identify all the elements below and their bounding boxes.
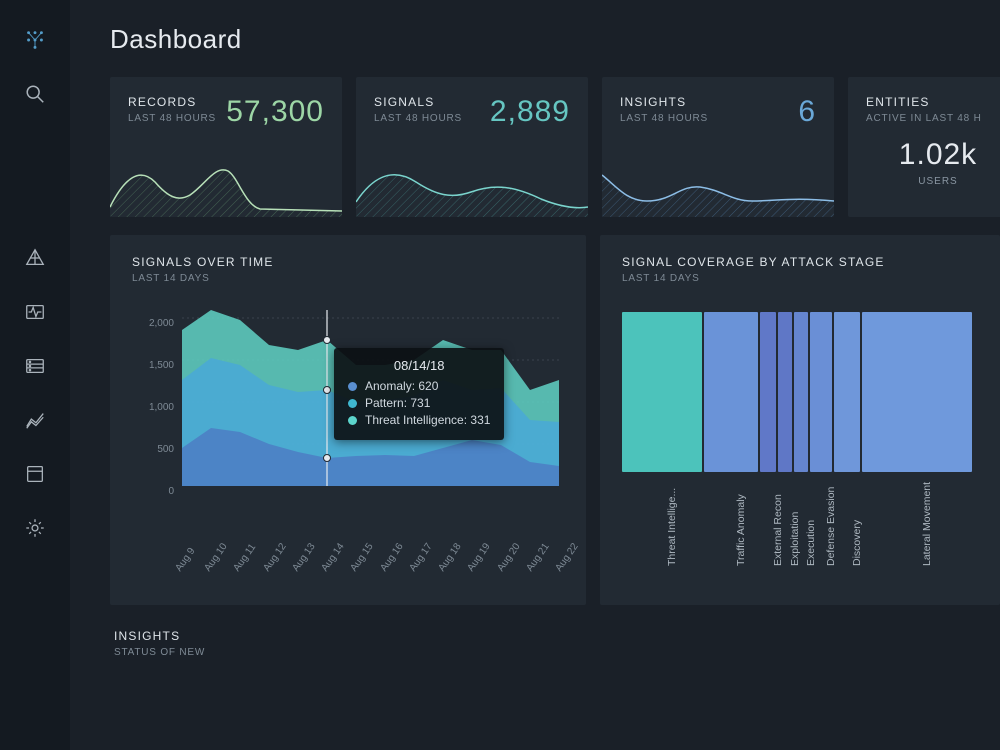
card-sublabel: ACTIVE IN LAST 48 H bbox=[866, 113, 1000, 124]
coverage-bar bbox=[704, 312, 758, 472]
coverage-bar-label: Traffic Anomaly bbox=[735, 494, 747, 566]
records-card[interactable]: RECORDS LAST 48 HOURS 57,300 bbox=[110, 77, 342, 217]
coverage-bars bbox=[622, 312, 982, 472]
activity-icon[interactable] bbox=[23, 300, 47, 324]
x-tick: Aug 20 bbox=[495, 541, 522, 573]
insights-sparkline bbox=[602, 157, 834, 217]
tooltip-date: 08/14/18 bbox=[348, 358, 490, 373]
main-content: Dashboard RECORDS LAST 48 HOURS 57,300 S… bbox=[70, 0, 1000, 750]
x-tick: Aug 18 bbox=[437, 541, 464, 573]
x-tick: Aug 14 bbox=[320, 541, 347, 573]
coverage-bar-label: Lateral Movement bbox=[921, 482, 933, 566]
card-sublabel: LAST 48 HOURS bbox=[620, 113, 708, 124]
insights-card[interactable]: INSIGHTS LAST 48 HOURS 6 bbox=[602, 77, 834, 217]
card-sublabel: LAST 48 HOURS bbox=[374, 113, 462, 124]
coverage-chart[interactable]: Threat Intellige... Traffic Anomaly Extern… bbox=[622, 312, 978, 572]
coverage-bar bbox=[778, 312, 792, 472]
card-sublabel: LAST 48 HOURS bbox=[128, 113, 216, 124]
x-tick: Aug 17 bbox=[407, 541, 434, 573]
panels-row: SIGNALS OVER TIME LAST 14 DAYS 2,000 1,5… bbox=[110, 235, 1000, 605]
section-title: INSIGHTS bbox=[114, 629, 1000, 643]
dot-threat-icon bbox=[348, 416, 357, 425]
coverage-labels: Threat Intellige... Traffic Anomaly Extern… bbox=[622, 482, 982, 572]
signals-card[interactable]: SIGNALS LAST 48 HOURS 2,889 bbox=[356, 77, 588, 217]
chart-tooltip: 08/14/18 Anomaly: 620 Pattern: 731 Threa… bbox=[334, 348, 504, 440]
coverage-bar bbox=[760, 312, 776, 472]
library-icon[interactable] bbox=[23, 462, 47, 486]
stat-cards-row: RECORDS LAST 48 HOURS 57,300 SIGNALS LAS… bbox=[110, 77, 1000, 217]
tooltip-row-threat: Threat Intelligence: 331 bbox=[365, 413, 490, 427]
dot-anomaly-icon bbox=[348, 382, 357, 391]
section-subtitle: STATUS OF NEW bbox=[114, 647, 1000, 658]
sidebar bbox=[0, 0, 70, 750]
card-value: 6 bbox=[798, 95, 816, 129]
coverage-bar-label: Threat Intellige... bbox=[666, 488, 678, 566]
x-tick: Aug 12 bbox=[261, 541, 288, 573]
signals-over-time-panel: SIGNALS OVER TIME LAST 14 DAYS 2,000 1,5… bbox=[110, 235, 586, 605]
coverage-bar bbox=[862, 312, 972, 472]
insights-section-head: INSIGHTS STATUS OF NEW bbox=[114, 629, 1000, 658]
x-tick: Aug 16 bbox=[378, 541, 405, 573]
card-unit: USERS bbox=[866, 176, 1000, 187]
insights-icon[interactable] bbox=[23, 246, 47, 270]
coverage-bar-label: Discovery bbox=[851, 520, 863, 566]
panel-subtitle: LAST 14 DAYS bbox=[132, 273, 564, 284]
panel-subtitle: LAST 14 DAYS bbox=[622, 273, 978, 284]
x-tick: Aug 10 bbox=[203, 541, 230, 573]
card-label: ENTITIES bbox=[866, 95, 1000, 109]
entities-card[interactable]: ENTITIES ACTIVE IN LAST 48 H 1.02k USERS bbox=[848, 77, 1000, 217]
signals-sparkline bbox=[356, 157, 588, 217]
search-icon[interactable] bbox=[23, 82, 47, 106]
tooltip-row-anomaly: Anomaly: 620 bbox=[365, 379, 438, 393]
records-sparkline bbox=[110, 157, 342, 217]
reports-icon[interactable] bbox=[23, 408, 47, 432]
x-tick: Aug 11 bbox=[232, 542, 259, 574]
logo-icon[interactable] bbox=[23, 28, 47, 52]
coverage-bar bbox=[834, 312, 860, 472]
dot-pattern-icon bbox=[348, 399, 357, 408]
card-label: SIGNALS bbox=[374, 95, 462, 109]
coverage-bar bbox=[622, 312, 702, 472]
panel-title: SIGNALS OVER TIME bbox=[132, 255, 564, 269]
database-icon[interactable] bbox=[23, 354, 47, 378]
coverage-bar-label: External Recon bbox=[772, 494, 784, 566]
x-tick: Aug 9 bbox=[173, 546, 197, 574]
coverage-bar-label: Execution bbox=[805, 520, 817, 566]
page-title: Dashboard bbox=[110, 24, 1000, 55]
x-tick: Aug 21 bbox=[524, 541, 551, 573]
x-tick: Aug 13 bbox=[290, 541, 317, 573]
card-value: 57,300 bbox=[226, 95, 324, 129]
card-label: RECORDS bbox=[128, 95, 216, 109]
coverage-bar bbox=[810, 312, 832, 472]
x-tick: Aug 19 bbox=[466, 541, 493, 573]
x-tick: Aug 22 bbox=[553, 541, 580, 573]
card-value: 1.02k bbox=[866, 138, 1000, 172]
coverage-bar-label: Exploitation bbox=[789, 512, 801, 566]
signals-over-time-chart[interactable]: 2,000 1,500 1,000 500 0 bbox=[132, 310, 564, 570]
tooltip-row-pattern: Pattern: 731 bbox=[365, 396, 430, 410]
panel-title: SIGNAL COVERAGE BY ATTACK STAGE bbox=[622, 255, 978, 269]
coverage-bar bbox=[794, 312, 808, 472]
settings-icon[interactable] bbox=[23, 516, 47, 540]
card-value: 2,889 bbox=[490, 95, 570, 129]
coverage-panel: SIGNAL COVERAGE BY ATTACK STAGE LAST 14 … bbox=[600, 235, 1000, 605]
card-label: INSIGHTS bbox=[620, 95, 708, 109]
coverage-bar-label: Defense Evasion bbox=[825, 487, 837, 566]
x-tick: Aug 15 bbox=[349, 541, 376, 573]
